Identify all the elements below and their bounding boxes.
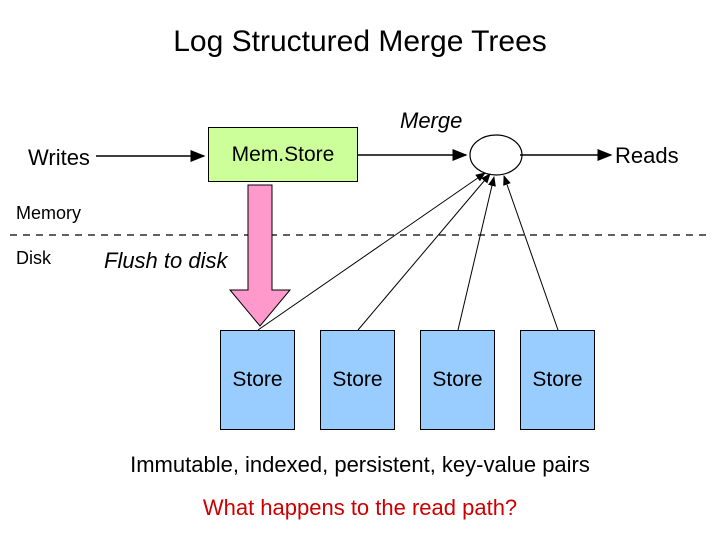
store-box-3: Store: [420, 330, 495, 430]
caption-immutable: Immutable, indexed, persistent, key-valu…: [0, 452, 720, 478]
writes-label: Writes: [28, 145, 90, 171]
store2-to-oval: [358, 174, 490, 330]
store-box-2: Store: [320, 330, 395, 430]
reads-label: Reads: [615, 143, 679, 169]
flush-label: Flush to disk: [104, 248, 228, 274]
merge-oval: [470, 135, 522, 175]
store-box-1: Store: [220, 330, 295, 430]
memory-label: Memory: [16, 203, 81, 224]
caption-question: What happens to the read path?: [0, 495, 720, 521]
store4-to-oval: [504, 176, 558, 330]
memstore-box: Mem.Store: [208, 127, 358, 182]
disk-label: Disk: [16, 248, 51, 269]
merge-label: Merge: [400, 108, 462, 134]
store-box-4: Store: [520, 330, 595, 430]
store1-to-oval: [258, 173, 485, 330]
flush-arrow-icon: [230, 185, 290, 326]
store3-to-oval: [458, 177, 494, 330]
slide-title: Log Structured Merge Trees: [0, 25, 720, 59]
